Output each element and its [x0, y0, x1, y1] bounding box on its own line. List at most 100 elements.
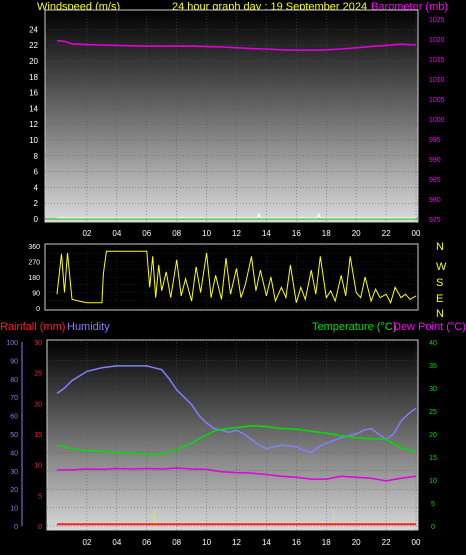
rainfall-tick-label: 25 — [34, 371, 42, 378]
humidity-tick-label: 10 — [10, 506, 18, 513]
x-tick-label: 12 — [232, 538, 241, 547]
x-tick-label: 02 — [82, 538, 91, 547]
rainfall-tick-label: 5 — [38, 493, 42, 500]
humidity-tick-label: 30 — [10, 469, 18, 476]
x-tick-label: 20 — [352, 229, 361, 238]
humidity-tick-label: 60 — [10, 414, 18, 421]
rainfall-tick-label: 0 — [38, 524, 42, 531]
x-tick-label: 16 — [292, 538, 301, 547]
x-tick-label: 16 — [292, 229, 301, 238]
windspeed-tick-label: 8 — [34, 152, 39, 161]
direction-tick-label: 0 — [36, 306, 40, 313]
humidity-tick-label: 100 — [6, 340, 18, 347]
compass-label: E — [436, 293, 443, 305]
humidity-axis: 0 10 20 30 40 50 60 70 80 90 100 — [6, 340, 23, 531]
compass-label: N — [436, 308, 444, 320]
temperature-tick-label: 30 — [429, 386, 437, 393]
temperature-tick-label: 35 — [429, 363, 437, 370]
barometer-tick-label: 1020 — [429, 37, 445, 44]
x-tick-label: 10 — [202, 229, 211, 238]
rainfall-tick-label: 20 — [34, 401, 42, 408]
windspeed-tick-label: 14 — [29, 104, 38, 113]
temperature-tick-label: 5 — [431, 501, 435, 508]
windspeed-tick-label: 24 — [29, 25, 38, 34]
x-tick-label: 08 — [172, 538, 181, 547]
temperature-axis: 0 5 10 15 20 25 30 35 40 — [429, 340, 437, 531]
windspeed-tick-label: 2 — [34, 199, 39, 208]
humidity-tick-label: 70 — [10, 395, 18, 402]
barometer-tick-label: 995 — [429, 137, 441, 144]
windspeed-axis: 024681012141618202224 — [29, 25, 38, 224]
x-tick-label: 22 — [382, 538, 391, 547]
compass-label: N — [436, 241, 444, 253]
temperature-tick-label: 10 — [429, 478, 437, 485]
temperature-tick-label: 20 — [429, 432, 437, 439]
x-tick-label: 02 — [82, 229, 91, 238]
barometer-tick-label: 1000 — [429, 117, 445, 124]
direction-tick-label: 270 — [28, 260, 40, 267]
dewpoint-header: Dew Point (°C) — [393, 321, 466, 333]
windspeed-tick-label: 20 — [29, 57, 38, 66]
humidity-tick-label: 50 — [10, 432, 18, 439]
rainfall-header: Rainfall (mm) — [0, 321, 65, 333]
temperature-tick-label: 40 — [429, 340, 437, 347]
barometer-tick-label: 1015 — [429, 57, 445, 64]
x-tick-label: 18 — [322, 538, 331, 547]
x-tick-label: 06 — [142, 538, 151, 547]
x-tick-label: 00 — [412, 538, 421, 547]
barometer-tick-label: 1025 — [429, 17, 445, 24]
windspeed-tick-label: 16 — [29, 89, 38, 98]
x-tick-label: 08 — [172, 229, 181, 238]
barometer-tick-label: 975 — [429, 217, 441, 224]
rainfall-axis: 0 5 10 15 20 25 30 — [34, 340, 42, 531]
direction-tick-label: 360 — [28, 244, 40, 251]
windspeed-tick-label: 10 — [29, 136, 38, 145]
direction-axis: 0 90 180 270 360 — [28, 244, 40, 313]
humidity-tick-label: 20 — [10, 487, 18, 494]
x-tick-label: 12 — [232, 229, 241, 238]
x-tick-label: 20 — [352, 538, 361, 547]
weather-graph: Windspeed (m/s) 24 hour graph day : 19 S… — [0, 1, 466, 547]
windspeed-tick-label: 12 — [29, 120, 38, 129]
direction-tick-label: 180 — [28, 275, 40, 282]
temperature-tick-label: 15 — [429, 455, 437, 462]
compass-label: S — [436, 277, 443, 289]
windspeed-tick-label: 6 — [34, 168, 39, 177]
x-tick-label: 14 — [262, 229, 271, 238]
humidity-tick-label: 90 — [10, 358, 18, 365]
barometer-tick-label: 1005 — [429, 97, 445, 104]
bottom-panel-x-axis: 02 04 06 08 10 12 14 16 18 20 22 00 — [82, 538, 421, 547]
humidity-header: Humidity — [67, 321, 110, 333]
wind-panel — [44, 9, 419, 223]
x-tick-label: 22 — [382, 229, 391, 238]
windspeed-tick-label: 4 — [34, 183, 39, 192]
x-tick-label: 18 — [322, 229, 331, 238]
windspeed-tick-label: 0 — [34, 215, 39, 224]
x-tick-label: 00 — [412, 229, 421, 238]
windspeed-tick-label: 22 — [29, 41, 38, 50]
humidity-tick-label: 80 — [10, 377, 18, 384]
windspeed-tick-label: 18 — [29, 73, 38, 82]
x-tick-label: 10 — [202, 538, 211, 547]
temperature-tick-label: 25 — [429, 409, 437, 416]
x-tick-label: 06 — [142, 229, 151, 238]
humidity-tick-label: 40 — [10, 450, 18, 457]
x-tick-label: 04 — [112, 229, 121, 238]
barometer-tick-label: 990 — [429, 157, 441, 164]
rainfall-tick-label: 10 — [34, 463, 42, 470]
barometer-axis: 975 980 985 990 995 1000 1005 1010 1015 1020 1025 — [429, 17, 445, 224]
compass-label: W — [436, 261, 447, 273]
barometer-tick-label: 985 — [429, 177, 441, 184]
rainfall-tick-label: 30 — [34, 340, 42, 347]
rainfall-tick-label: 15 — [34, 432, 42, 439]
temperature-header: Temperature (°C) — [312, 321, 396, 333]
rain-humidity-temperature-panel — [46, 339, 419, 531]
x-tick-label: 14 — [262, 538, 271, 547]
compass-labels: NWSEN — [436, 241, 447, 320]
x-tick-label: 04 — [112, 538, 121, 547]
wind-panel-x-axis: 02 04 06 08 10 12 14 16 18 20 22 00 — [82, 229, 421, 238]
barometer-tick-label: 980 — [429, 197, 441, 204]
humidity-tick-label: 0 — [14, 524, 18, 531]
barometer-tick-label: 1010 — [429, 77, 445, 84]
direction-tick-label: 90 — [32, 291, 40, 298]
